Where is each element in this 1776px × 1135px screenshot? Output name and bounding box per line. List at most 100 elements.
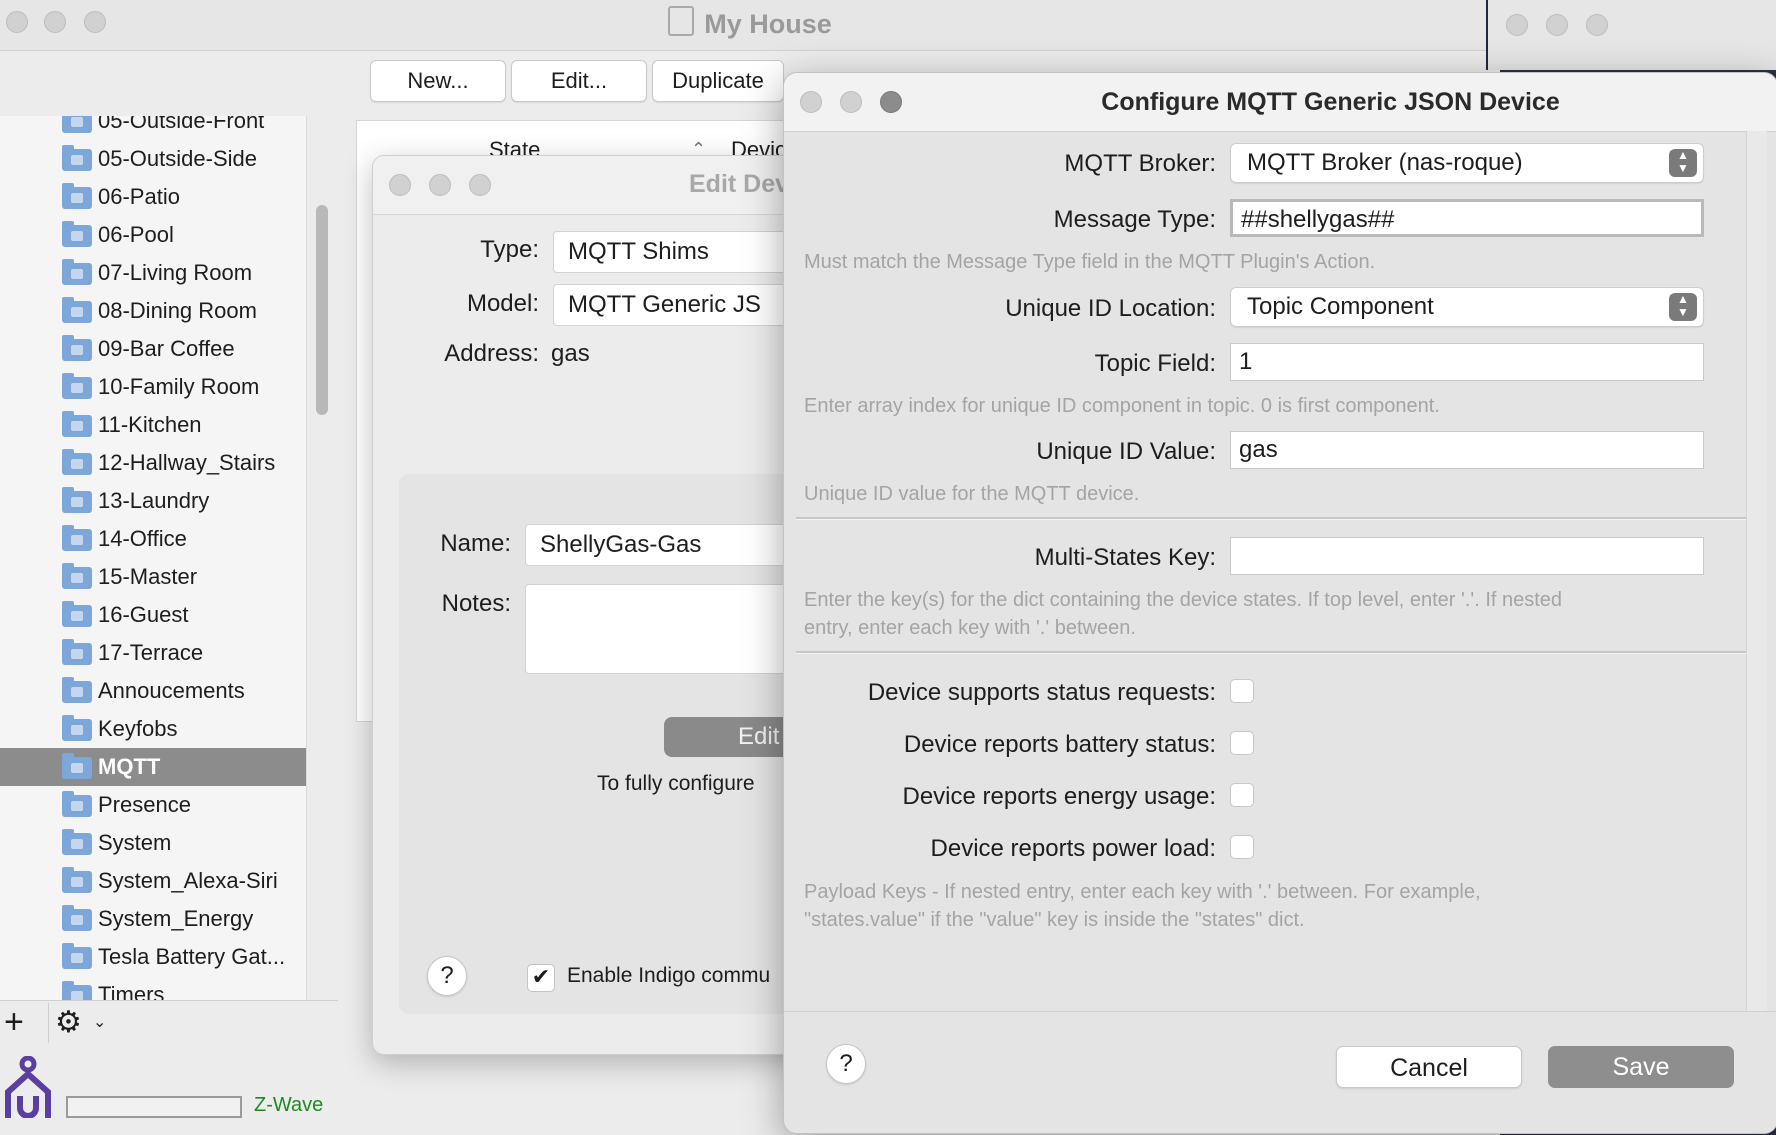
unique-id-value-input[interactable]: gas — [1230, 431, 1704, 469]
zoom-window-button[interactable] — [1586, 14, 1608, 36]
close-window-button[interactable] — [1506, 14, 1528, 36]
unique-id-location-value: Topic Component — [1247, 293, 1434, 320]
mqtt-broker-label: MQTT Broker: — [1064, 150, 1216, 177]
sidebar-item-label: MQTT — [98, 754, 161, 779]
folder-icon — [62, 943, 92, 969]
sidebar-item[interactable]: MQTT — [0, 748, 306, 786]
new-button[interactable]: New... — [370, 60, 506, 102]
status-requests-checkbox[interactable] — [1230, 679, 1254, 703]
zoom-window-button[interactable] — [469, 174, 491, 196]
cancel-button[interactable]: Cancel — [1336, 1046, 1522, 1088]
sidebar-item[interactable]: System_Energy — [0, 900, 306, 938]
name-field[interactable]: ShellyGas-Gas — [525, 524, 813, 566]
edit-device-window: Edit Dev Type: MQTT Shims Model: MQTT Ge… — [372, 155, 814, 1055]
sidebar-item[interactable]: 11-Kitchen — [0, 406, 306, 444]
sidebar-item[interactable]: 05-Outside-Front — [0, 116, 306, 140]
folder-icon — [62, 601, 92, 627]
sidebar-item[interactable]: 06-Pool — [0, 216, 306, 254]
sidebar-item[interactable]: Tesla Battery Gat... — [0, 938, 306, 976]
sidebar-item[interactable]: Keyfobs — [0, 710, 306, 748]
minimize-window-button[interactable] — [429, 174, 451, 196]
unique-id-value-label: Unique ID Value: — [1036, 438, 1216, 465]
folder-icon — [62, 335, 92, 361]
duplicate-button[interactable]: Duplicate — [652, 60, 784, 102]
topic-field-help: Enter array index for unique ID componen… — [804, 395, 1440, 417]
address-label: Address: — [444, 340, 539, 367]
sidebar-item-label: 05-Outside-Front — [98, 116, 265, 133]
folder-icon — [62, 525, 92, 551]
sidebar-item[interactable]: Timers — [0, 976, 306, 1001]
topic-field-input[interactable]: 1 — [1230, 343, 1704, 381]
battery-status-checkbox[interactable] — [1230, 731, 1254, 755]
notes-field[interactable] — [525, 584, 813, 674]
sidebar-item[interactable]: 08-Dining Room — [0, 292, 306, 330]
sidebar-item[interactable]: 13-Laundry — [0, 482, 306, 520]
sidebar-item[interactable]: 14-Office — [0, 520, 306, 558]
configure-title-text: Configure MQTT Generic JSON Device — [1101, 88, 1560, 116]
message-type-input[interactable]: ##shellygas## — [1230, 199, 1704, 237]
help-button[interactable]: ? — [826, 1044, 866, 1084]
folder-icon — [62, 867, 92, 893]
sidebar-item-label: 17-Terrace — [98, 640, 204, 665]
folder-icon — [62, 145, 92, 171]
sidebar-item[interactable]: Presence — [0, 786, 306, 824]
sidebar-item-label: Keyfobs — [98, 716, 178, 741]
edit-device-titlebar: Edit Dev — [373, 156, 813, 215]
multi-states-help-line2: entry, enter each key with '.' between. — [804, 617, 1136, 639]
folder-icon — [62, 715, 92, 741]
sidebar-item-label: 10-Family Room — [98, 374, 260, 399]
sidebar-item[interactable]: Annoucements — [0, 672, 306, 710]
gear-icon: ⚙ — [55, 1006, 82, 1039]
mqtt-broker-popup[interactable]: MQTT Broker (nas-roque) ▲ ▼ — [1230, 143, 1704, 183]
enable-communication-checkbox[interactable]: ✔ — [527, 964, 555, 992]
type-popup[interactable]: MQTT Shims — [553, 231, 813, 273]
configure-hint-text: To fully configure — [597, 772, 755, 795]
sidebar-item[interactable]: 17-Terrace — [0, 634, 306, 672]
zwave-status-label: Z-Wave — [254, 1094, 324, 1116]
edit-button[interactable]: Edit... — [511, 60, 647, 102]
power-load-checkbox[interactable] — [1230, 835, 1254, 859]
configure-footer: ? Cancel Save — [784, 1011, 1776, 1133]
sidebar-item-label: 13-Laundry — [98, 488, 210, 513]
payload-help-line1: Payload Keys - If nested entry, enter ea… — [804, 881, 1481, 903]
indigo-logo-icon — [4, 1055, 51, 1119]
configure-scrollbar-track[interactable] — [1746, 131, 1767, 1011]
status-requests-label: Device supports status requests: — [867, 679, 1216, 706]
sidebar-item[interactable]: 06-Patio — [0, 178, 306, 216]
sidebar-item[interactable]: System — [0, 824, 306, 862]
energy-usage-checkbox[interactable] — [1230, 783, 1254, 807]
sidebar-item-label: 07-Living Room — [98, 260, 253, 285]
sidebar-item-label: 15-Master — [98, 564, 198, 589]
gear-menu-button[interactable]: ⚙ ⌄ — [48, 1003, 115, 1043]
folder-icon — [62, 259, 92, 285]
sidebar-scrollbar[interactable] — [316, 205, 328, 415]
sidebar-item[interactable]: 12-Hallway_Stairs — [0, 444, 306, 482]
multi-states-help-line1: Enter the key(s) for the dict containing… — [804, 589, 1563, 611]
add-icon[interactable]: + — [4, 1003, 24, 1041]
sidebar-item[interactable]: 16-Guest — [0, 596, 306, 634]
sidebar-item-label: Annoucements — [98, 678, 245, 703]
unique-id-location-label: Unique ID Location: — [1005, 295, 1216, 322]
model-popup[interactable]: MQTT Generic JS — [553, 284, 813, 326]
sidebar-item[interactable]: 05-Outside-Side — [0, 140, 306, 178]
battery-status-label: Device reports battery status: — [903, 731, 1216, 758]
folder-icon — [62, 981, 92, 1001]
minimize-window-button[interactable] — [1546, 14, 1568, 36]
multi-states-key-input[interactable] — [1230, 537, 1704, 575]
save-button[interactable]: Save — [1548, 1046, 1734, 1088]
address-value: gas — [551, 340, 590, 367]
folder-icon — [62, 183, 92, 209]
unique-id-location-popup[interactable]: Topic Component ▲ ▼ — [1230, 287, 1704, 327]
sidebar-item[interactable]: 10-Family Room — [0, 368, 306, 406]
close-window-button[interactable] — [389, 174, 411, 196]
folder-icon — [62, 297, 92, 323]
message-type-label: Message Type: — [1053, 206, 1216, 233]
folder-icon — [62, 677, 92, 703]
sidebar-item-label: 11-Kitchen — [98, 412, 202, 437]
sidebar-item[interactable]: 07-Living Room — [0, 254, 306, 292]
sidebar-item[interactable]: 09-Bar Coffee — [0, 330, 306, 368]
sidebar-item[interactable]: System_Alexa-Siri — [0, 862, 306, 900]
help-button[interactable]: ? — [427, 956, 467, 996]
configure-titlebar: Configure MQTT Generic JSON Device — [784, 73, 1776, 132]
sidebar-item[interactable]: 15-Master — [0, 558, 306, 596]
